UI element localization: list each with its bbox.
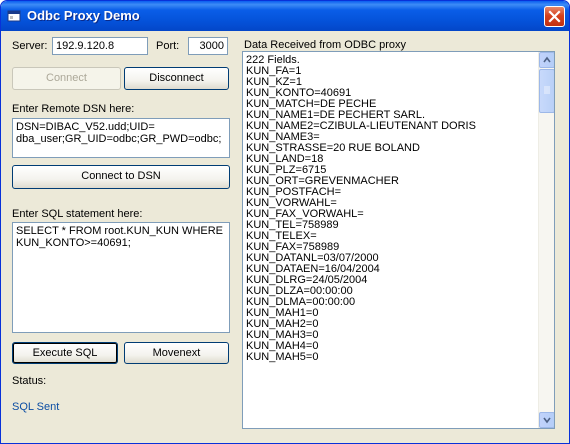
dsn-label: Enter Remote DSN here: <box>12 103 135 115</box>
close-icon <box>548 10 561 23</box>
odbc-app-icon <box>7 10 21 22</box>
received-listbox[interactable]: 222 Fields. KUN_FA=1 KUN_KZ=1 KUN_KONTO=406… <box>242 51 555 429</box>
connect-button[interactable]: Connect <box>12 67 121 90</box>
close-button[interactable] <box>544 6 565 27</box>
scroll-up-icon <box>543 56 551 63</box>
server-label: Server: <box>12 40 48 52</box>
execute-sql-button-label: Execute SQL <box>32 347 98 359</box>
window-title: Odbc Proxy Demo <box>27 8 140 23</box>
client-area: Server: 192.9.120.8 Port: 3000 Connect D… <box>4 31 566 441</box>
movenext-button[interactable]: Movenext <box>124 342 229 364</box>
connect-dsn-button-label: Connect to DSN <box>81 170 161 182</box>
scroll-up-button[interactable] <box>539 52 554 68</box>
status-value: SQL Sent <box>12 401 60 413</box>
server-input[interactable]: 192.9.120.8 <box>52 37 148 55</box>
disconnect-button-label: Disconnect <box>149 72 204 84</box>
connect-dsn-button[interactable]: Connect to DSN <box>12 165 230 189</box>
scroll-down-button[interactable] <box>539 412 554 428</box>
movenext-button-label: Movenext <box>152 347 201 359</box>
port-label: Port: <box>156 40 180 52</box>
received-list: 222 Fields. KUN_FA=1 KUN_KZ=1 KUN_KONTO=406… <box>246 55 536 363</box>
execute-sql-button[interactable]: Execute SQL <box>12 342 118 364</box>
sql-label: Enter SQL statement here: <box>12 208 143 220</box>
sql-input[interactable]: SELECT * FROM root.KUN_KUN WHERE KUN_KON… <box>12 222 230 333</box>
disconnect-button[interactable]: Disconnect <box>124 67 229 90</box>
title-bar[interactable]: Odbc Proxy Demo <box>1 1 569 31</box>
scroll-down-icon <box>543 417 551 424</box>
vertical-scrollbar[interactable] <box>538 52 554 428</box>
received-label: Data Received from ODBC proxy <box>244 39 406 51</box>
main-window: Odbc Proxy Demo Server: 192.9.120.8 Port… <box>0 0 570 444</box>
status-label: Status: <box>12 375 47 387</box>
grip-icon <box>544 86 550 94</box>
scroll-thumb[interactable] <box>539 69 554 113</box>
dsn-input[interactable]: DSN=DIBAC_V52.udd;UID= dba_user;GR_UID=o… <box>12 118 230 158</box>
list-item[interactable]: KUN_MAH5=0 <box>246 352 536 363</box>
connect-button-label: Connect <box>46 72 87 84</box>
port-input[interactable]: 3000 <box>188 37 228 55</box>
